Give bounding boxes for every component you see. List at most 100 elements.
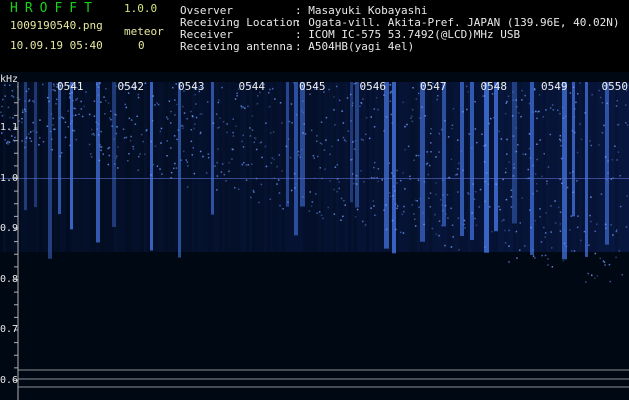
y-tick-label: 0.8 bbox=[0, 273, 19, 285]
signal-speckle bbox=[571, 130, 574, 132]
signal-speckle bbox=[397, 205, 399, 207]
signal-speckle bbox=[385, 116, 388, 118]
signal-speckle bbox=[441, 204, 443, 206]
signal-speckle bbox=[183, 150, 185, 153]
signal-speckle bbox=[505, 167, 507, 170]
signal-speckle bbox=[128, 153, 130, 155]
signal-speckle bbox=[417, 154, 420, 157]
signal-speckle bbox=[390, 113, 392, 116]
signal-speckle bbox=[591, 93, 593, 96]
signal-speckle bbox=[216, 175, 219, 177]
signal-speckle bbox=[457, 139, 459, 141]
signal-streak bbox=[420, 82, 425, 242]
signal-speckle bbox=[269, 132, 272, 134]
signal-speckle bbox=[396, 207, 398, 210]
signal-streak bbox=[460, 82, 464, 237]
noise-column bbox=[600, 82, 603, 252]
signal-speckle bbox=[140, 133, 143, 136]
signal-speckle bbox=[194, 93, 196, 96]
signal-speckle bbox=[616, 229, 618, 231]
signal-speckle bbox=[156, 102, 158, 104]
signal-speckle bbox=[90, 156, 93, 158]
signal-speckle bbox=[160, 127, 163, 130]
signal-speckle bbox=[430, 128, 432, 130]
noise-column bbox=[534, 82, 537, 252]
signal-speckle bbox=[594, 252, 597, 255]
noise-column bbox=[255, 82, 258, 252]
signal-speckle bbox=[617, 123, 620, 126]
signal-speckle bbox=[475, 224, 478, 226]
signal-speckle bbox=[440, 199, 442, 201]
signal-speckle bbox=[404, 188, 406, 190]
signal-speckle bbox=[92, 133, 95, 135]
signal-speckle bbox=[234, 98, 237, 100]
signal-speckle bbox=[541, 254, 543, 257]
signal-speckle bbox=[14, 136, 16, 139]
noise-column bbox=[579, 82, 582, 252]
signal-speckle bbox=[516, 257, 518, 259]
signal-speckle bbox=[510, 196, 513, 198]
signal-speckle bbox=[589, 214, 591, 217]
signal-speckle bbox=[177, 129, 180, 131]
signal-speckle bbox=[328, 88, 330, 91]
signal-speckle bbox=[609, 280, 611, 283]
signal-speckle bbox=[503, 219, 505, 221]
signal-speckle bbox=[225, 180, 227, 182]
signal-speckle bbox=[74, 114, 77, 116]
signal-speckle bbox=[435, 233, 437, 235]
signal-speckle bbox=[483, 95, 486, 97]
signal-speckle bbox=[157, 103, 160, 106]
signal-speckle bbox=[427, 173, 430, 176]
noise-column bbox=[321, 82, 324, 252]
signal-speckle bbox=[217, 148, 219, 150]
signal-speckle bbox=[186, 186, 189, 188]
signal-speckle bbox=[471, 147, 473, 149]
signal-speckle bbox=[353, 182, 355, 185]
signal-speckle bbox=[532, 164, 534, 167]
signal-speckle bbox=[395, 228, 397, 231]
noise-column bbox=[168, 82, 171, 252]
signal-speckle bbox=[346, 97, 349, 99]
signal-speckle bbox=[93, 100, 96, 102]
signal-speckle bbox=[316, 135, 318, 137]
signal-speckle bbox=[616, 100, 618, 102]
signal-speckle bbox=[96, 128, 99, 130]
signal-speckle bbox=[137, 93, 140, 96]
signal-speckle bbox=[483, 161, 486, 163]
signal-speckle bbox=[392, 195, 394, 197]
noise-column bbox=[225, 82, 228, 252]
signal-speckle bbox=[127, 159, 129, 162]
signal-speckle bbox=[25, 90, 28, 93]
signal-speckle bbox=[78, 113, 80, 115]
signal-speckle bbox=[24, 110, 27, 112]
signal-speckle bbox=[462, 169, 464, 172]
signal-speckle bbox=[11, 95, 13, 97]
noise-column bbox=[519, 82, 522, 252]
signal-speckle bbox=[21, 140, 23, 142]
signal-speckle bbox=[412, 87, 414, 89]
signal-speckle bbox=[452, 108, 455, 110]
signal-speckle bbox=[338, 99, 341, 102]
signal-speckle bbox=[507, 95, 510, 98]
noise-column bbox=[501, 82, 504, 252]
signal-speckle bbox=[214, 165, 216, 167]
signal-speckle bbox=[580, 239, 582, 242]
signal-speckle bbox=[605, 227, 607, 229]
signal-speckle bbox=[125, 106, 128, 109]
signal-speckle bbox=[539, 216, 541, 218]
noise-column bbox=[204, 82, 207, 252]
signal-speckle bbox=[472, 183, 474, 185]
signal-speckle bbox=[444, 119, 446, 122]
noise-column bbox=[183, 82, 186, 252]
signal-speckle bbox=[22, 109, 24, 111]
signal-speckle bbox=[466, 108, 468, 111]
signal-speckle bbox=[377, 168, 380, 170]
signal-speckle bbox=[55, 103, 57, 105]
signal-speckle bbox=[310, 205, 313, 207]
signal-speckle bbox=[175, 103, 178, 106]
signal-speckle bbox=[356, 208, 359, 211]
signal-speckle bbox=[429, 206, 432, 208]
signal-speckle bbox=[354, 216, 357, 218]
noise-column bbox=[567, 82, 570, 252]
signal-speckle bbox=[54, 128, 56, 131]
